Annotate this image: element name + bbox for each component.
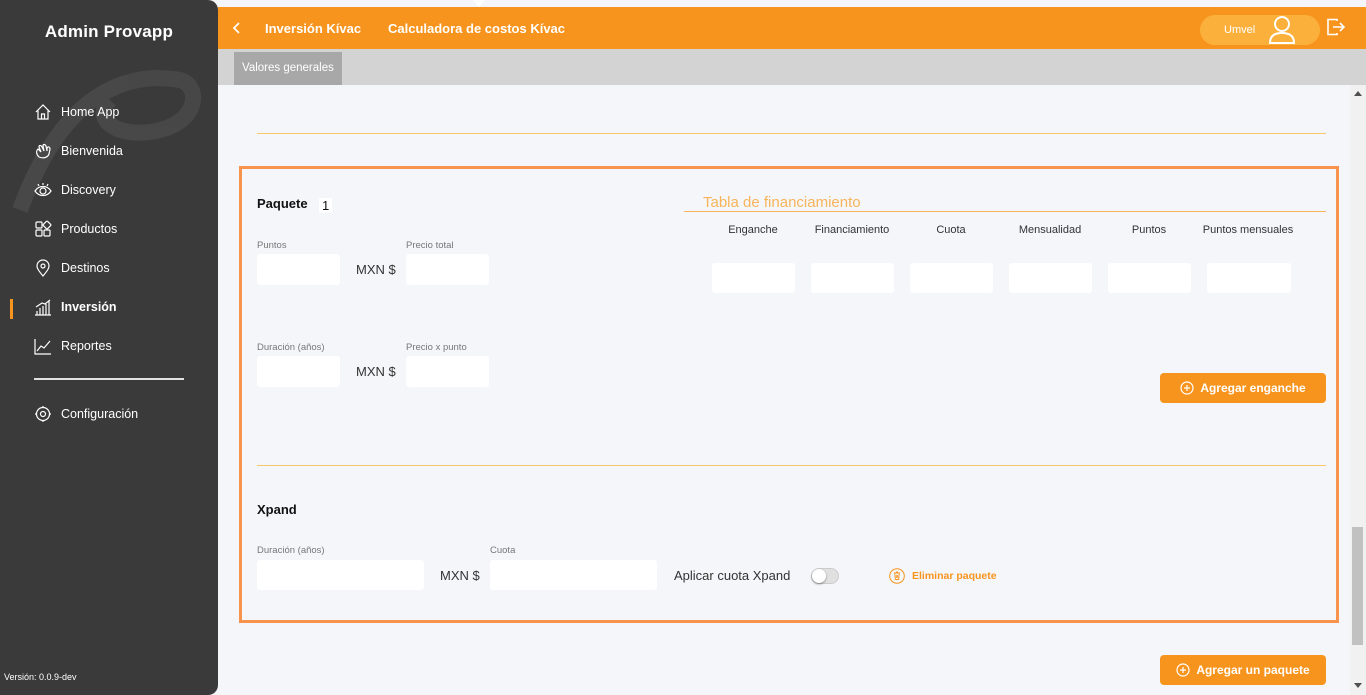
- package-title: Paquete: [257, 196, 308, 211]
- column-header: Mensualidad: [1018, 224, 1082, 236]
- financing-title-underline: [684, 211, 1326, 212]
- column-header: Cuota: [936, 224, 966, 236]
- active-crumb-indicator: [473, 0, 485, 7]
- eye-icon: [34, 183, 52, 197]
- chevron-left-icon[interactable]: [230, 20, 244, 36]
- sidebar-item-label: Configuración: [61, 407, 139, 421]
- sidebar-item-productos[interactable]: Productos: [34, 217, 117, 241]
- sidebar-item-bienvenida[interactable]: Bienvenida: [34, 139, 123, 163]
- sidebar-item-label: Bienvenida: [61, 144, 123, 158]
- puntos-financiamiento-input[interactable]: [1108, 263, 1191, 293]
- column-header: Enganche: [728, 224, 778, 236]
- duracion-label: Duración (años): [257, 342, 325, 353]
- active-indicator: [10, 299, 13, 319]
- precio-punto-input[interactable]: [406, 356, 489, 387]
- logout-icon[interactable]: [1326, 18, 1346, 36]
- top-bar: Inversión Kívac Calculadora de costos Kí…: [218, 0, 1366, 49]
- add-package-label: Agregar un paquete: [1196, 663, 1310, 677]
- sidebar-divider: [34, 378, 184, 380]
- page-scrollbar[interactable]: [1350, 85, 1366, 695]
- breadcrumb-calculadora[interactable]: Calculadora de costos Kívac: [388, 21, 565, 36]
- sidebar-item-label: Destinos: [61, 261, 110, 275]
- sidebar-item-home-app[interactable]: Home App: [34, 100, 119, 124]
- home-icon: [35, 104, 51, 120]
- waving-hand-icon: [36, 143, 51, 159]
- xpand-cuota-label: Cuota: [490, 545, 516, 556]
- user-avatar-icon: [1268, 16, 1296, 44]
- sidebar-item-label: Home App: [61, 105, 120, 119]
- column-header: Financiamiento: [814, 224, 890, 236]
- map-pin-icon: [36, 259, 50, 277]
- financiamiento-input[interactable]: [811, 263, 894, 293]
- tab-valores-generales[interactable]: Valores generales: [234, 52, 342, 85]
- puntos-label: Puntos: [257, 240, 287, 251]
- currency-label: MXN $: [356, 364, 396, 379]
- puntos-mensuales-input[interactable]: [1207, 263, 1291, 293]
- version-text: Versión: 0.0.9-dev: [4, 672, 77, 682]
- brand-title: Admin Provapp: [44, 22, 174, 41]
- add-enganche-button[interactable]: Agregar enganche: [1160, 373, 1326, 403]
- sidebar-item-label: Productos: [61, 222, 118, 236]
- xpand-title: Xpand: [257, 502, 297, 517]
- currency-label: MXN $: [356, 262, 396, 277]
- apply-xpand-toggle[interactable]: [811, 568, 839, 584]
- sidebar-item-destinos[interactable]: Destinos: [34, 256, 110, 280]
- sidebar-item-reportes[interactable]: Reportes: [34, 334, 112, 358]
- sidebar-item-discovery[interactable]: Discovery: [34, 178, 116, 202]
- mensualidad-input[interactable]: [1009, 263, 1092, 293]
- enganche-input[interactable]: [712, 263, 795, 293]
- financing-title: Tabla de financiamiento: [703, 194, 861, 211]
- trash-icon: [889, 568, 905, 584]
- package-number: 1: [319, 198, 333, 213]
- xpand-currency-label: MXN $: [440, 568, 480, 583]
- line-chart-icon: [34, 339, 51, 355]
- apply-xpand-label: Aplicar cuota Xpand: [674, 568, 791, 583]
- sidebar-item-configuracion[interactable]: Configuración: [34, 402, 138, 426]
- toggle-knob: [812, 569, 826, 583]
- plus-circle-icon: [1176, 663, 1190, 677]
- puntos-input[interactable]: [257, 254, 340, 285]
- scroll-down-icon[interactable]: [1354, 683, 1362, 688]
- grid-icon: [35, 220, 52, 237]
- duracion-input[interactable]: [257, 356, 340, 387]
- delete-package-button[interactable]: Eliminar paquete: [889, 568, 997, 584]
- user-name: Umvel: [1224, 24, 1256, 36]
- gear-icon: [35, 406, 51, 422]
- column-header: Puntos: [1131, 224, 1167, 236]
- breadcrumb-inversion[interactable]: Inversión Kívac: [265, 21, 361, 36]
- precio-total-label: Precio total: [406, 240, 454, 251]
- section-divider: [257, 133, 1326, 134]
- sidebar-item-label: Discovery: [61, 183, 116, 197]
- delete-package-label: Eliminar paquete: [912, 570, 997, 582]
- sidebar: Admin Provapp Home App Bienvenida Discov…: [0, 0, 218, 695]
- xpand-duracion-label: Duración (años): [257, 545, 325, 556]
- sidebar-item-inversion[interactable]: Inversión: [34, 295, 117, 319]
- precio-total-input[interactable]: [406, 254, 489, 285]
- add-package-button[interactable]: Agregar un paquete: [1160, 655, 1326, 685]
- precio-punto-label: Precio x punto: [406, 342, 467, 353]
- sidebar-item-label: Inversión: [61, 300, 117, 314]
- user-menu[interactable]: Umvel: [1200, 15, 1320, 45]
- scroll-up-icon[interactable]: [1354, 91, 1362, 96]
- xpand-divider: [257, 465, 1326, 466]
- scroll-thumb[interactable]: [1352, 527, 1363, 645]
- xpand-duracion-input[interactable]: [257, 560, 424, 590]
- tab-bar: Valores generales: [218, 49, 1366, 85]
- sidebar-item-label: Reportes: [61, 339, 112, 353]
- column-header: Puntos mensuales: [1202, 224, 1294, 236]
- add-enganche-label: Agregar enganche: [1200, 381, 1306, 395]
- bar-chart-icon: [35, 299, 51, 316]
- xpand-cuota-input[interactable]: [490, 560, 657, 590]
- plus-circle-icon: [1180, 381, 1194, 395]
- cuota-input[interactable]: [910, 263, 993, 293]
